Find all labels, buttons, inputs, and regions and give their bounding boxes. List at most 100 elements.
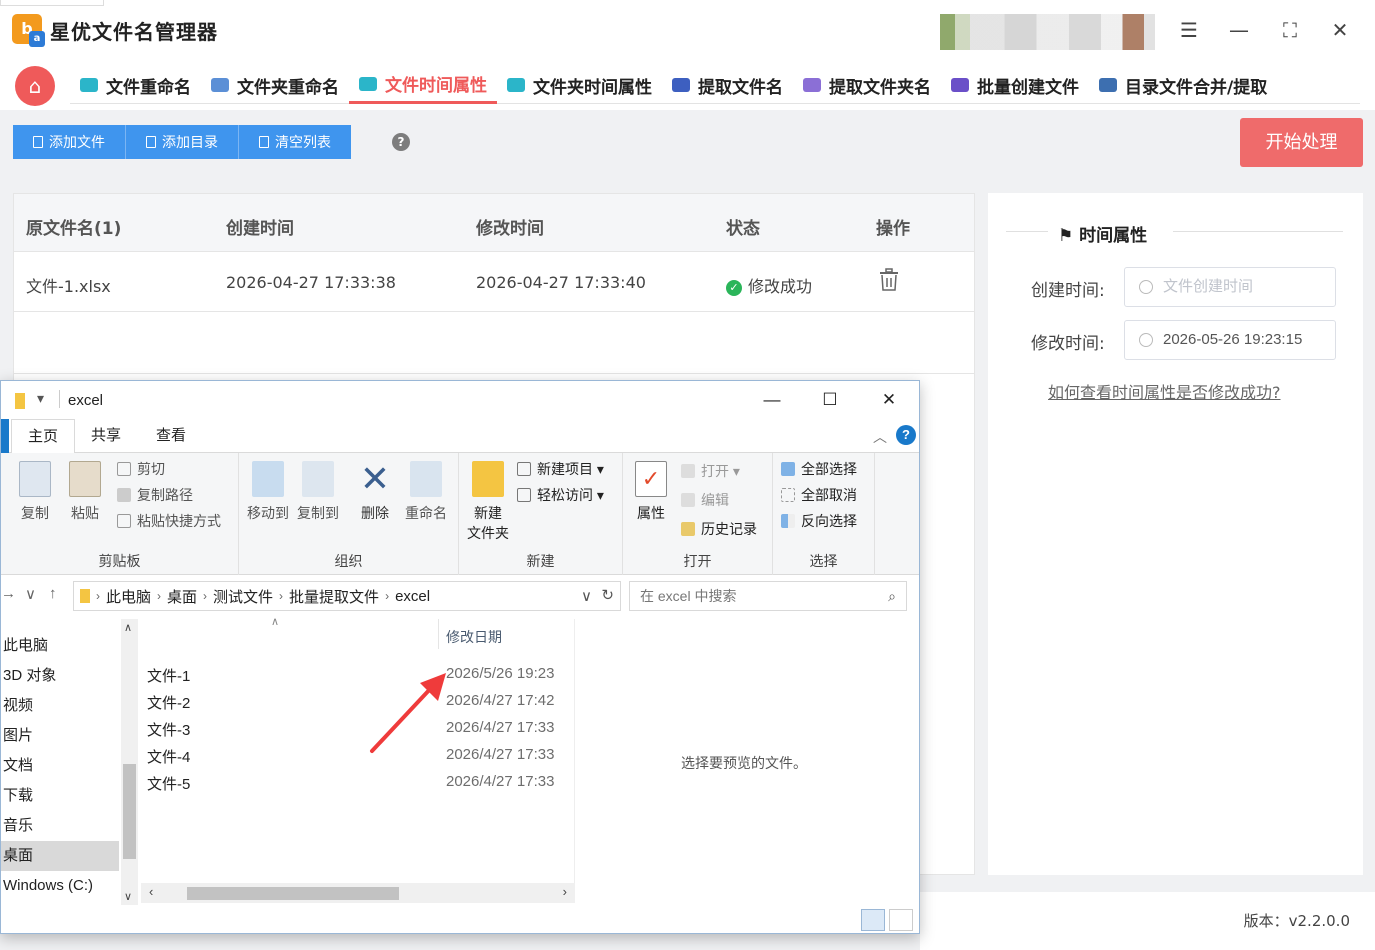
group-label: 选择 xyxy=(809,553,838,569)
copy-to-button[interactable]: 复制到 xyxy=(295,461,341,523)
paste-button[interactable]: 粘贴 xyxy=(67,461,103,523)
home-button[interactable]: ⌂ xyxy=(15,66,55,106)
scroll-left-icon[interactable]: ‹ xyxy=(149,884,153,899)
select-none-button[interactable]: 全部取消 xyxy=(781,485,857,505)
group-label: 剪贴板 xyxy=(98,553,141,569)
file-date: 2026/4/27 17:33 xyxy=(446,719,555,736)
history-button[interactable]: 历史记录 xyxy=(681,519,757,539)
add-directory-button[interactable]: 添加目录 xyxy=(126,125,239,159)
help-link[interactable]: 如何查看时间属性是否修改成功? xyxy=(1048,379,1281,403)
extract-filename-icon xyxy=(672,78,690,92)
details-view-icon[interactable] xyxy=(861,909,885,931)
breadcrumb-this-pc[interactable]: 此电脑 xyxy=(100,586,157,607)
tab-view[interactable]: 查看 xyxy=(140,419,202,453)
chevron-down-icon[interactable]: ∨ xyxy=(581,587,592,605)
forward-arrow-icon[interactable]: → xyxy=(1,585,16,602)
app-logo: ba xyxy=(12,14,45,47)
new-item-button[interactable]: 新建项目 ▾ xyxy=(517,459,604,479)
nav-desktop[interactable]: 桌面 xyxy=(1,841,119,871)
refresh-icon[interactable]: ↻ xyxy=(601,586,614,604)
paste-shortcut-button[interactable]: 粘贴快捷方式 xyxy=(117,511,221,531)
tab-home[interactable]: 主页 xyxy=(11,419,76,454)
quick-access-dropdown-icon[interactable]: ▾ xyxy=(37,390,44,407)
open-button[interactable]: 打开 ▾ xyxy=(681,461,740,481)
recent-dropdown-icon[interactable]: ∨ xyxy=(25,585,36,603)
minimize-icon[interactable]: — xyxy=(761,389,783,411)
new-folder-button[interactable]: 新建 文件夹 xyxy=(463,461,513,543)
scrollbar-thumb[interactable] xyxy=(187,887,399,900)
horizontal-scrollbar[interactable]: ‹ › xyxy=(141,883,575,903)
nav-videos[interactable]: 视频 xyxy=(1,691,119,721)
maximize-icon[interactable]: ☐ xyxy=(819,389,841,411)
created-time-input[interactable]: 文件创建时间 xyxy=(1124,267,1336,307)
cut-button[interactable]: 剪切 xyxy=(117,459,165,479)
folder-icon xyxy=(15,393,25,409)
breadcrumb-test-files[interactable]: 测试文件 xyxy=(207,586,279,607)
tab-file-time[interactable]: 文件时间属性 xyxy=(349,66,497,104)
file-name: 文件-2 xyxy=(147,695,191,712)
start-processing-button[interactable]: 开始处理 xyxy=(1240,118,1363,167)
maximize-icon[interactable]: ⛶ xyxy=(1274,14,1306,46)
settings-sliders-icon[interactable]: ☰ xyxy=(1173,14,1205,46)
rename-button[interactable]: 重命名 xyxy=(401,461,451,523)
tab-merge-extract[interactable]: 目录文件合并/提取 xyxy=(1089,66,1277,104)
col-modified-date[interactable]: 修改日期 xyxy=(446,627,502,647)
add-file-button[interactable]: 添加文件 xyxy=(13,125,126,159)
move-to-button[interactable]: 移动到 xyxy=(245,461,291,523)
modified-time-input[interactable]: 2026-05-26 19:23:15 xyxy=(1124,320,1336,360)
select-all-button[interactable]: 全部选择 xyxy=(781,459,857,479)
minimize-icon[interactable]: — xyxy=(1223,14,1255,46)
breadcrumb-batch-extract[interactable]: 批量提取文件 xyxy=(283,586,385,607)
paste-shortcut-icon xyxy=(117,514,131,528)
delete-button[interactable]: ✕ 删除 xyxy=(353,461,397,523)
help-icon[interactable]: ? xyxy=(896,425,916,445)
nav-this-pc[interactable]: 此电脑 xyxy=(1,631,119,661)
easy-access-button[interactable]: 轻松访问 ▾ xyxy=(517,485,604,505)
scrollbar-thumb[interactable] xyxy=(123,764,136,859)
clear-list-button[interactable]: 清空列表 xyxy=(239,125,351,159)
tab-file-rename[interactable]: 文件重命名 xyxy=(70,66,201,104)
nav-music[interactable]: 音乐 xyxy=(1,811,119,841)
group-label: 组织 xyxy=(334,553,363,569)
delete-row-button[interactable] xyxy=(878,268,900,292)
close-icon[interactable]: ✕ xyxy=(1324,14,1356,46)
tab-extract-foldername[interactable]: 提取文件夹名 xyxy=(793,66,941,104)
merge-extract-icon xyxy=(1099,78,1117,92)
scroll-down-icon[interactable]: ∨ xyxy=(124,890,132,903)
collapse-ribbon-icon[interactable]: ︿ xyxy=(873,427,887,447)
address-bar[interactable]: › 此电脑 › 桌面 › 测试文件 › 批量提取文件 › excel ∨ ↻ xyxy=(73,581,621,611)
search-input[interactable]: 在 excel 中搜索 ⌕ xyxy=(629,581,907,611)
up-arrow-icon[interactable]: ↑ xyxy=(49,585,57,602)
navigation-pane: 此电脑 3D 对象 视频 图片 文档 下载 音乐 桌面 Windows (C:) xyxy=(1,619,121,905)
nav-scrollbar[interactable]: ∧ ∨ xyxy=(121,619,138,905)
nav-windows-c[interactable]: Windows (C:) xyxy=(1,871,119,901)
copy-to-icon xyxy=(302,461,334,497)
user-avatar[interactable] xyxy=(940,14,1155,50)
nav-pictures[interactable]: 图片 xyxy=(1,721,119,751)
copy-button[interactable]: 复制 xyxy=(17,461,53,523)
copy-path-button[interactable]: 复制路径 xyxy=(117,485,193,505)
scroll-up-icon[interactable]: ∧ xyxy=(124,621,132,634)
breadcrumb-desktop[interactable]: 桌面 xyxy=(161,586,203,607)
properties-button[interactable]: ✓ 属性 xyxy=(631,461,671,523)
scroll-right-icon[interactable]: › xyxy=(563,884,567,899)
nav-documents[interactable]: 文档 xyxy=(1,751,119,781)
copy-icon xyxy=(19,461,51,497)
tab-share[interactable]: 共享 xyxy=(75,419,137,453)
invert-selection-button[interactable]: 反向选择 xyxy=(781,511,857,531)
close-icon[interactable]: ✕ xyxy=(878,389,900,411)
tab-folder-rename[interactable]: 文件夹重命名 xyxy=(201,66,349,104)
table-header: 原文件名(1) 创建时间 修改时间 状态 操作 xyxy=(14,194,974,252)
tab-batch-create[interactable]: 批量创建文件 xyxy=(941,66,1089,104)
nav-3d-objects[interactable]: 3D 对象 xyxy=(1,661,119,691)
edit-button[interactable]: 编辑 xyxy=(681,490,729,510)
tab-folder-time[interactable]: 文件夹时间属性 xyxy=(497,66,662,104)
tab-extract-filename[interactable]: 提取文件名 xyxy=(662,66,793,104)
nav-downloads[interactable]: 下载 xyxy=(1,781,119,811)
cell-modified: 2026-04-27 17:33:40 xyxy=(476,273,646,292)
file-name: 文件-4 xyxy=(147,749,191,766)
help-icon[interactable]: ? xyxy=(392,133,410,151)
ribbon-file-tab[interactable] xyxy=(1,419,9,453)
breadcrumb-excel[interactable]: excel xyxy=(389,588,436,605)
large-icons-view-icon[interactable] xyxy=(889,909,913,931)
